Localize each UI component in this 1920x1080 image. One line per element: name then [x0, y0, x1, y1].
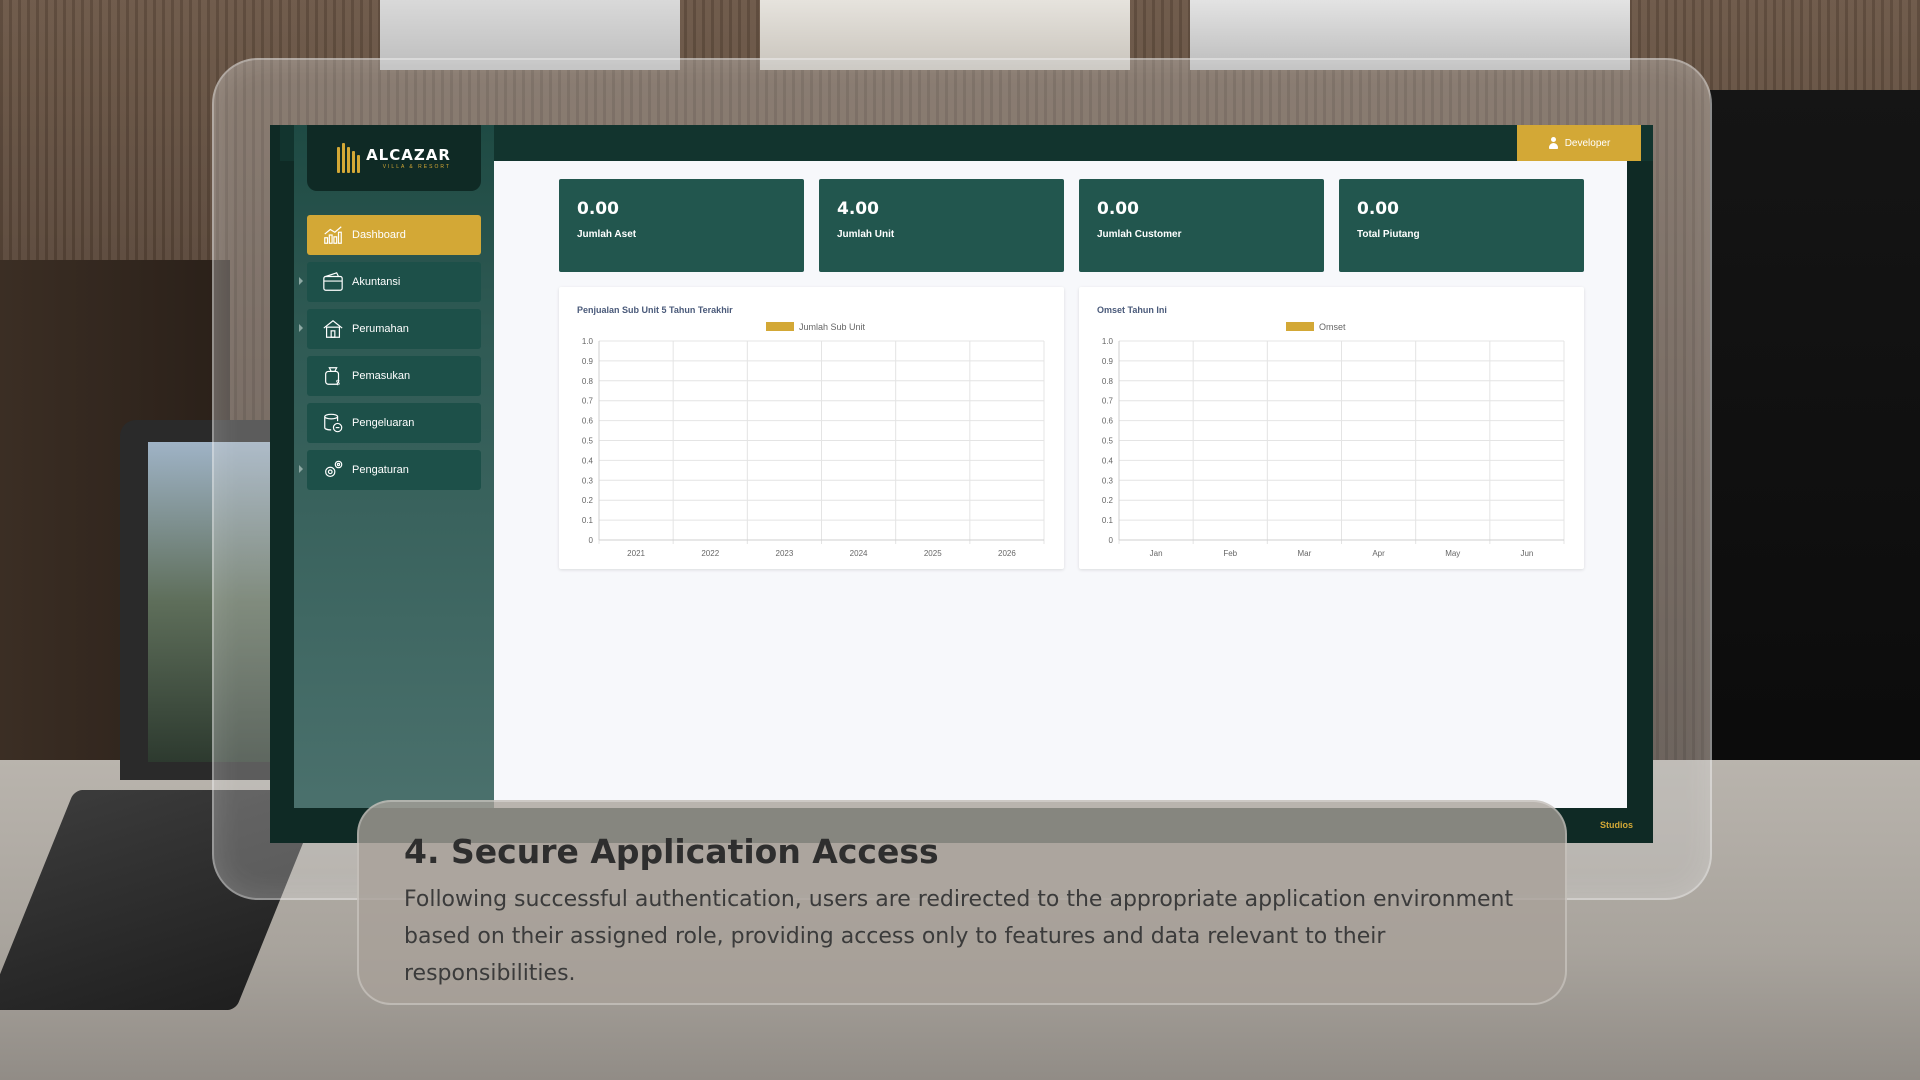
sidebar-item-label: Pemasukan: [352, 370, 411, 382]
caption-title: 4. Secure Application Access: [404, 832, 939, 871]
house-icon: [323, 319, 343, 338]
y-tick-label: 0.3: [582, 476, 594, 485]
sidebar-item-label: Dashboard: [352, 229, 406, 241]
sidebar-item-dashboard[interactable]: Dashboard: [307, 215, 481, 255]
stat-value: 0.00: [1357, 199, 1399, 219]
wallet-icon: [323, 272, 343, 291]
y-tick-label: 0.7: [1102, 397, 1114, 406]
sidebar-item-label: Perumahan: [352, 323, 409, 335]
expand-arrow-icon: [299, 324, 303, 332]
x-tick-label: 2022: [701, 549, 719, 558]
sidebar-item-label: Akuntansi: [352, 276, 401, 288]
chart-panel-omset: Omset Tahun Ini Omset 0 0.1 0.2 0.3 0.4 0.5 0.6…: [1079, 287, 1584, 569]
logo-subtitle: VILLA & RESORT: [382, 164, 451, 170]
x-tick-label: 2025: [924, 549, 942, 558]
bar-chart-omset: Omset 0 0.1 0.2 0.3 0.4 0.5 0.6 0.7 0.8 0.9 1.0 Jan F…: [1102, 322, 1565, 558]
x-tick-label: 2023: [776, 549, 794, 558]
stat-label: Jumlah Customer: [1097, 229, 1182, 240]
stat-label: Jumlah Aset: [577, 229, 637, 240]
x-tick-label: 2026: [998, 549, 1016, 558]
sidebar-item-akuntansi[interactable]: Akuntansi: [299, 262, 481, 302]
stat-label: Jumlah Unit: [837, 229, 895, 240]
y-tick-label: 0.1: [582, 516, 594, 525]
stat-value: 0.00: [1097, 199, 1139, 219]
x-tick-label: 2021: [627, 549, 645, 558]
main-content: 0.00 Jumlah Aset 4.00 Jumlah Unit 0.00 J…: [494, 161, 1627, 808]
sidebar: ALCAZAR VILLA & RESORT Dashboard Akuntan…: [294, 125, 494, 818]
bar-chart-penjualan: Jumlah Sub Unit 0 0.1 0.2 0.3 0.4 0.5 0.6 0.7 0.8…: [582, 322, 1045, 558]
caption-panel: 4. Secure Application Access Following s…: [357, 800, 1567, 1005]
x-tick-label: Jun: [1520, 549, 1533, 558]
gears-icon: [325, 460, 343, 478]
expense-coins-icon: [324, 413, 343, 433]
chart-legend: Omset: [1286, 322, 1346, 332]
stat-card-jumlah-customer: 0.00 Jumlah Customer: [1079, 179, 1324, 272]
caption-body: Following successful authentication, use…: [404, 887, 1514, 986]
stat-card-total-piutang: 0.00 Total Piutang: [1339, 179, 1584, 272]
background-cabinet: [1710, 90, 1920, 810]
sidebar-item-label: Pengaturan: [352, 464, 409, 476]
user-menu-button[interactable]: Developer: [1517, 125, 1641, 161]
chart-panel-penjualan: Penjualan Sub Unit 5 Tahun Terakhir Juml…: [559, 287, 1064, 569]
expand-arrow-icon: [299, 277, 303, 285]
chart-title: Penjualan Sub Unit 5 Tahun Terakhir: [577, 305, 733, 315]
y-tick-label: 0.7: [582, 397, 594, 406]
x-tick-label: Apr: [1372, 549, 1385, 558]
chart-legend: Jumlah Sub Unit: [766, 322, 866, 332]
x-tick-label: 2024: [850, 549, 868, 558]
y-tick-label: 0.8: [1102, 377, 1114, 386]
sidebar-item-pengeluaran[interactable]: Pengeluaran: [307, 403, 481, 443]
expand-arrow-icon: [299, 465, 303, 473]
y-tick-label: 1.0: [1102, 337, 1114, 346]
stat-value: 0.00: [577, 199, 619, 219]
y-tick-label: 0.6: [1102, 417, 1114, 426]
sidebar-menu: Dashboard Akuntansi Perumahan $ Pemasuka…: [299, 215, 481, 497]
y-tick-label: 0.4: [582, 456, 594, 465]
y-tick-label: 0.2: [1102, 496, 1114, 505]
y-tick-label: 0: [589, 536, 594, 545]
legend-swatch: [766, 322, 794, 331]
y-tick-label: 0.9: [582, 357, 594, 366]
legend-label: Jumlah Sub Unit: [799, 322, 866, 332]
stat-card-jumlah-aset: 0.00 Jumlah Aset: [559, 179, 804, 272]
dashboard-chart-icon: [324, 226, 342, 244]
y-tick-label: 0.3: [1102, 476, 1114, 485]
income-bag-icon: $: [325, 367, 340, 387]
y-tick-label: 0: [1109, 536, 1114, 545]
x-tick-label: Mar: [1298, 549, 1312, 558]
y-tick-label: 0.8: [582, 377, 594, 386]
logo-mark-icon: [337, 143, 361, 173]
y-tick-label: 0.5: [1102, 437, 1114, 446]
logo[interactable]: ALCAZAR VILLA & RESORT: [307, 125, 481, 191]
sidebar-item-pengaturan[interactable]: Pengaturan: [299, 450, 481, 490]
y-tick-label: 0.5: [582, 437, 594, 446]
svg-text:$: $: [336, 378, 340, 387]
y-tick-label: 1.0: [582, 337, 594, 346]
x-tick-label: May: [1445, 549, 1460, 558]
sidebar-item-pemasukan[interactable]: $ Pemasukan: [307, 356, 481, 396]
legend-label: Omset: [1319, 322, 1346, 332]
y-tick-label: 0.6: [582, 417, 594, 426]
sidebar-item-label: Pengeluaran: [352, 417, 415, 429]
stat-card-jumlah-unit: 4.00 Jumlah Unit: [819, 179, 1064, 272]
x-tick-label: Feb: [1223, 549, 1237, 558]
y-tick-label: 0.9: [1102, 357, 1114, 366]
y-tick-label: 0.1: [1102, 516, 1114, 525]
chart-title: Omset Tahun Ini: [1097, 305, 1167, 315]
stat-label: Total Piutang: [1357, 229, 1420, 240]
stat-cards: 0.00 Jumlah Aset 4.00 Jumlah Unit 0.00 J…: [559, 179, 1584, 272]
sidebar-item-perumahan[interactable]: Perumahan: [299, 309, 481, 349]
footer-text: Studios: [1600, 820, 1633, 830]
y-tick-label: 0.2: [582, 496, 594, 505]
logo-title: ALCAZAR: [366, 146, 451, 164]
legend-swatch: [1286, 322, 1314, 331]
user-label: Developer: [1564, 137, 1611, 149]
user-icon: [1548, 137, 1559, 149]
app-screen: Developer ALCAZAR VILLA & RESORT Dashboa…: [270, 125, 1653, 843]
stat-value: 4.00: [837, 199, 879, 219]
x-tick-label: Jan: [1150, 549, 1163, 558]
y-tick-label: 0.4: [1102, 456, 1114, 465]
